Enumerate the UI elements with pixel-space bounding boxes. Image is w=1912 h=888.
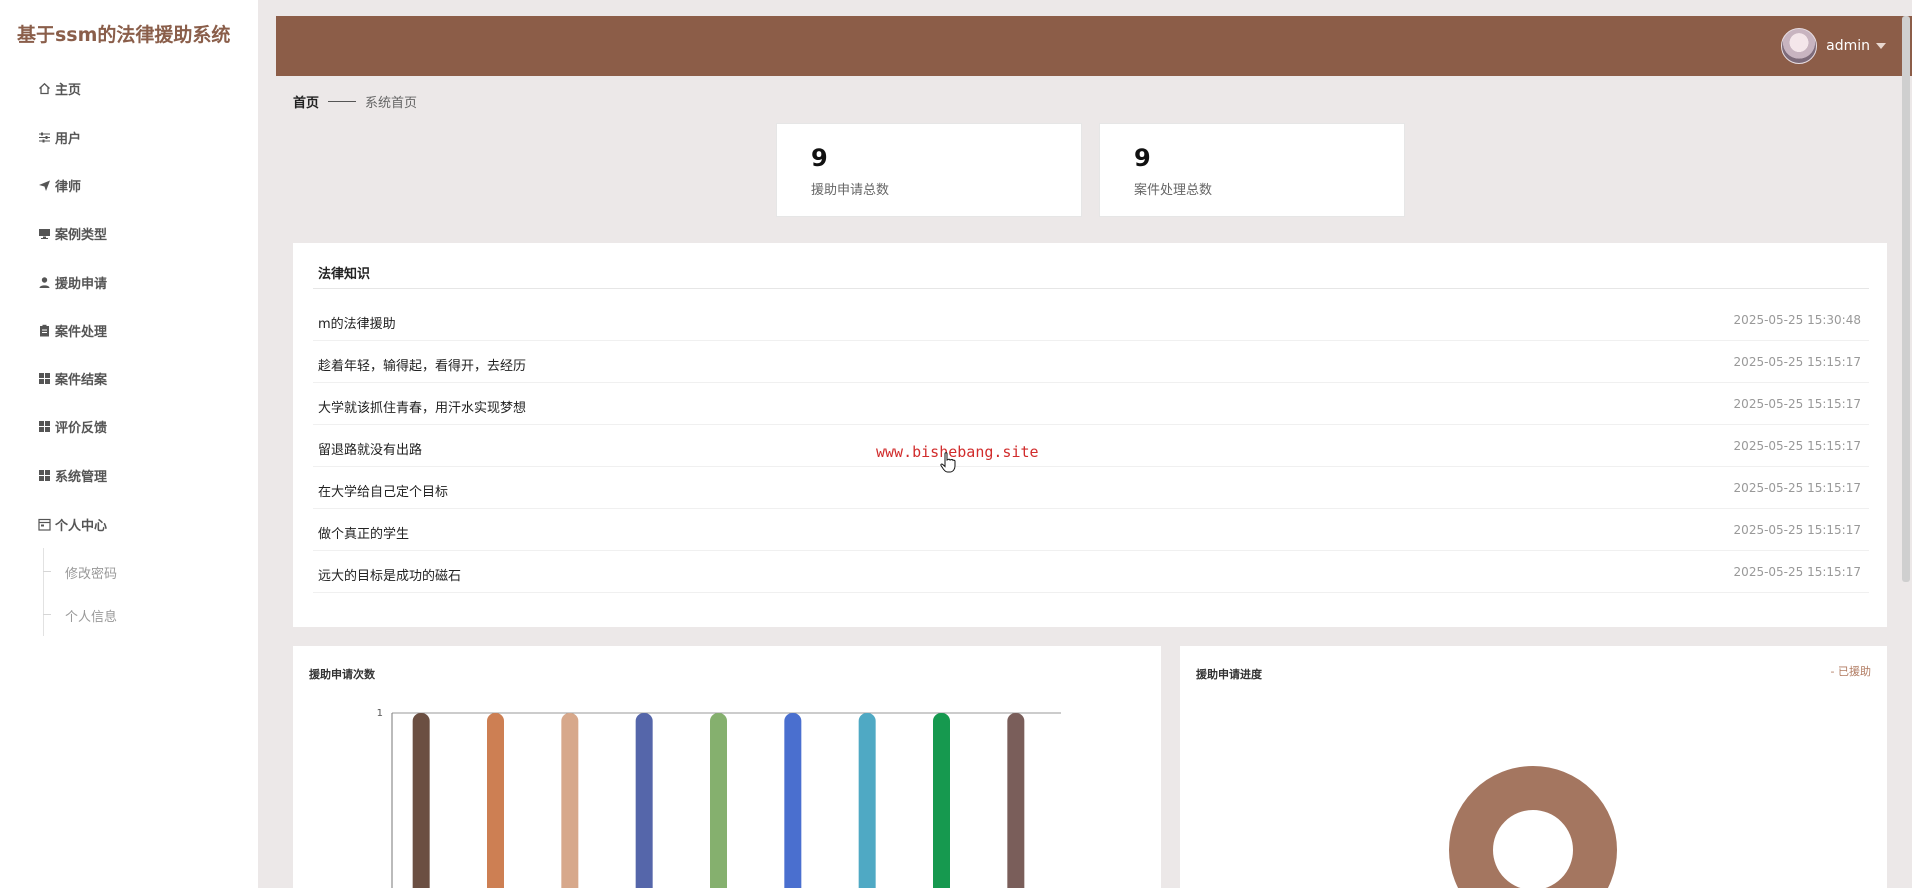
bar[interactable] bbox=[933, 713, 950, 888]
news-title[interactable]: 在大学给自己定个目标 bbox=[318, 481, 448, 500]
hand-cursor-icon bbox=[940, 452, 956, 473]
chart-title: 援助申请进度 bbox=[1196, 668, 1262, 681]
list-item[interactable]: m的法律援助 2025-05-25 15:30:48 bbox=[313, 299, 1869, 341]
breadcrumb-current: 系统首页 bbox=[365, 96, 418, 111]
sidebar-item-users[interactable]: 用户 bbox=[37, 125, 81, 149]
monitor-icon bbox=[37, 226, 51, 240]
clipboard-icon bbox=[37, 323, 51, 337]
calendar-icon bbox=[37, 517, 51, 531]
chart-title: 援助申请次数 bbox=[309, 668, 375, 681]
breadcrumb: 首页 系统首页 bbox=[293, 92, 417, 111]
list-item[interactable]: 大学就该抓住青春，用汗水实现梦想 2025-05-25 15:15:17 bbox=[313, 383, 1869, 425]
user-menu[interactable]: admin bbox=[1781, 27, 1886, 65]
news-date: 2025-05-25 15:15:17 bbox=[1733, 397, 1861, 411]
bar[interactable] bbox=[561, 713, 579, 888]
news-title[interactable]: 趁着年轻，输得起，看得开，去经历 bbox=[318, 355, 526, 374]
sidebar-item-label: 案例类型 bbox=[55, 227, 108, 243]
sidebar: 基于ssm的法律援助系统 主页 用户 律师 案例类型 援助申请 案件处理 案件结… bbox=[0, 0, 258, 888]
stat-label: 援助申请总数 bbox=[811, 183, 890, 198]
submenu-dash bbox=[43, 614, 51, 615]
chart-legend[interactable]: - 已援助 bbox=[1831, 663, 1871, 679]
news-date: 2025-05-25 15:30:48 bbox=[1733, 313, 1861, 327]
sidebar-item-label: 案件结案 bbox=[55, 372, 108, 388]
header-bar: admin bbox=[276, 16, 1912, 76]
bar-chart-panel: 援助申请次数 1 bbox=[293, 646, 1161, 888]
news-title[interactable]: 做个真正的学生 bbox=[318, 523, 409, 542]
bar[interactable] bbox=[487, 713, 504, 888]
news-title[interactable]: 留退路就没有出路 bbox=[318, 439, 422, 458]
avatar[interactable] bbox=[1781, 28, 1818, 64]
home-icon bbox=[37, 81, 51, 95]
app-title: 基于ssm的法律援助系统 bbox=[17, 24, 231, 46]
sidebar-item-label: 个人中心 bbox=[55, 518, 108, 534]
submenu-divider bbox=[43, 548, 44, 636]
news-date: 2025-05-25 15:15:17 bbox=[1733, 355, 1861, 369]
stat-value: 9 bbox=[1134, 144, 1151, 172]
donut-slice[interactable] bbox=[1449, 766, 1617, 888]
list-item[interactable]: 在大学给自己定个目标 2025-05-25 15:15:17 bbox=[313, 467, 1869, 509]
grid-icon bbox=[37, 468, 51, 482]
list-item[interactable]: 远大的目标是成功的磁石 2025-05-25 15:15:17 bbox=[313, 551, 1869, 593]
bar-chart: 1 bbox=[377, 708, 1061, 888]
sidebar-item-label: 主页 bbox=[55, 82, 82, 98]
scrollbar[interactable] bbox=[1902, 16, 1910, 582]
donut-chart bbox=[1449, 766, 1617, 888]
submenu-personal-info[interactable]: 个人信息 bbox=[65, 606, 117, 625]
grid-icon bbox=[37, 419, 51, 433]
bar[interactable] bbox=[858, 713, 876, 888]
news-date: 2025-05-25 15:15:17 bbox=[1733, 439, 1861, 453]
list-item[interactable]: 趁着年轻，输得起，看得开，去经历 2025-05-25 15:15:17 bbox=[313, 341, 1869, 383]
breadcrumb-separator bbox=[328, 101, 357, 102]
bar[interactable] bbox=[784, 713, 802, 888]
legal-knowledge-panel: 法律知识 m的法律援助 2025-05-25 15:30:48 趁着年轻，输得起… bbox=[293, 243, 1887, 627]
stat-value: 9 bbox=[811, 144, 828, 172]
sliders-icon bbox=[37, 130, 51, 144]
sidebar-item-label: 律师 bbox=[55, 179, 82, 195]
stat-card-cases: 9 案件处理总数 bbox=[1099, 123, 1405, 217]
stat-card-applications: 9 援助申请总数 bbox=[776, 123, 1082, 217]
sidebar-item-aid-applications[interactable]: 援助申请 bbox=[37, 270, 107, 294]
legend-item[interactable]: 已援助 bbox=[1838, 665, 1871, 678]
watermark: www.bishebang.site bbox=[876, 443, 1039, 461]
divider bbox=[313, 288, 1869, 289]
sidebar-item-case-types[interactable]: 案例类型 bbox=[37, 221, 107, 245]
submenu-dash bbox=[43, 571, 51, 572]
sidebar-item-system-management[interactable]: 系统管理 bbox=[37, 463, 107, 487]
sidebar-item-case-closing[interactable]: 案件结案 bbox=[37, 366, 107, 390]
sidebar-item-home[interactable]: 主页 bbox=[37, 76, 81, 100]
list-item[interactable]: 做个真正的学生 2025-05-25 15:15:17 bbox=[313, 509, 1869, 551]
news-date: 2025-05-25 15:15:17 bbox=[1733, 481, 1861, 495]
bar[interactable] bbox=[710, 713, 727, 888]
news-title[interactable]: 远大的目标是成功的磁石 bbox=[318, 565, 461, 584]
sidebar-item-label: 用户 bbox=[55, 131, 82, 147]
news-title[interactable]: 大学就该抓住青春，用汗水实现梦想 bbox=[318, 397, 526, 416]
sidebar-item-personal-center[interactable]: 个人中心 bbox=[37, 512, 107, 536]
sidebar-item-feedback[interactable]: 评价反馈 bbox=[37, 414, 107, 438]
grid-icon bbox=[37, 371, 51, 385]
sidebar-item-label: 案件处理 bbox=[55, 324, 108, 340]
y-tick-label: 1 bbox=[377, 708, 383, 719]
news-title[interactable]: m的法律援助 bbox=[318, 313, 396, 332]
bar[interactable] bbox=[1007, 713, 1025, 888]
submenu-change-password[interactable]: 修改密码 bbox=[65, 563, 117, 582]
sidebar-item-label: 评价反馈 bbox=[55, 420, 108, 436]
chevron-down-icon[interactable] bbox=[1876, 43, 1886, 49]
sidebar-item-label: 援助申请 bbox=[55, 276, 108, 292]
username[interactable]: admin bbox=[1826, 38, 1870, 54]
sidebar-item-case-handling[interactable]: 案件处理 bbox=[37, 318, 107, 342]
bar[interactable] bbox=[412, 713, 430, 888]
sidebar-item-lawyers[interactable]: 律师 bbox=[37, 173, 81, 197]
send-icon bbox=[37, 178, 51, 192]
bar[interactable] bbox=[635, 713, 653, 888]
list-item[interactable]: 留退路就没有出路 2025-05-25 15:15:17 bbox=[313, 425, 1869, 467]
user-icon bbox=[37, 275, 51, 289]
news-date: 2025-05-25 15:15:17 bbox=[1733, 565, 1861, 579]
sidebar-item-label: 系统管理 bbox=[55, 469, 108, 485]
progress-chart-panel: 援助申请进度 - 已援助 bbox=[1180, 646, 1887, 888]
breadcrumb-home[interactable]: 首页 bbox=[293, 92, 319, 111]
panel-title: 法律知识 bbox=[318, 267, 371, 282]
stat-label: 案件处理总数 bbox=[1134, 183, 1213, 198]
news-date: 2025-05-25 15:15:17 bbox=[1733, 523, 1861, 537]
